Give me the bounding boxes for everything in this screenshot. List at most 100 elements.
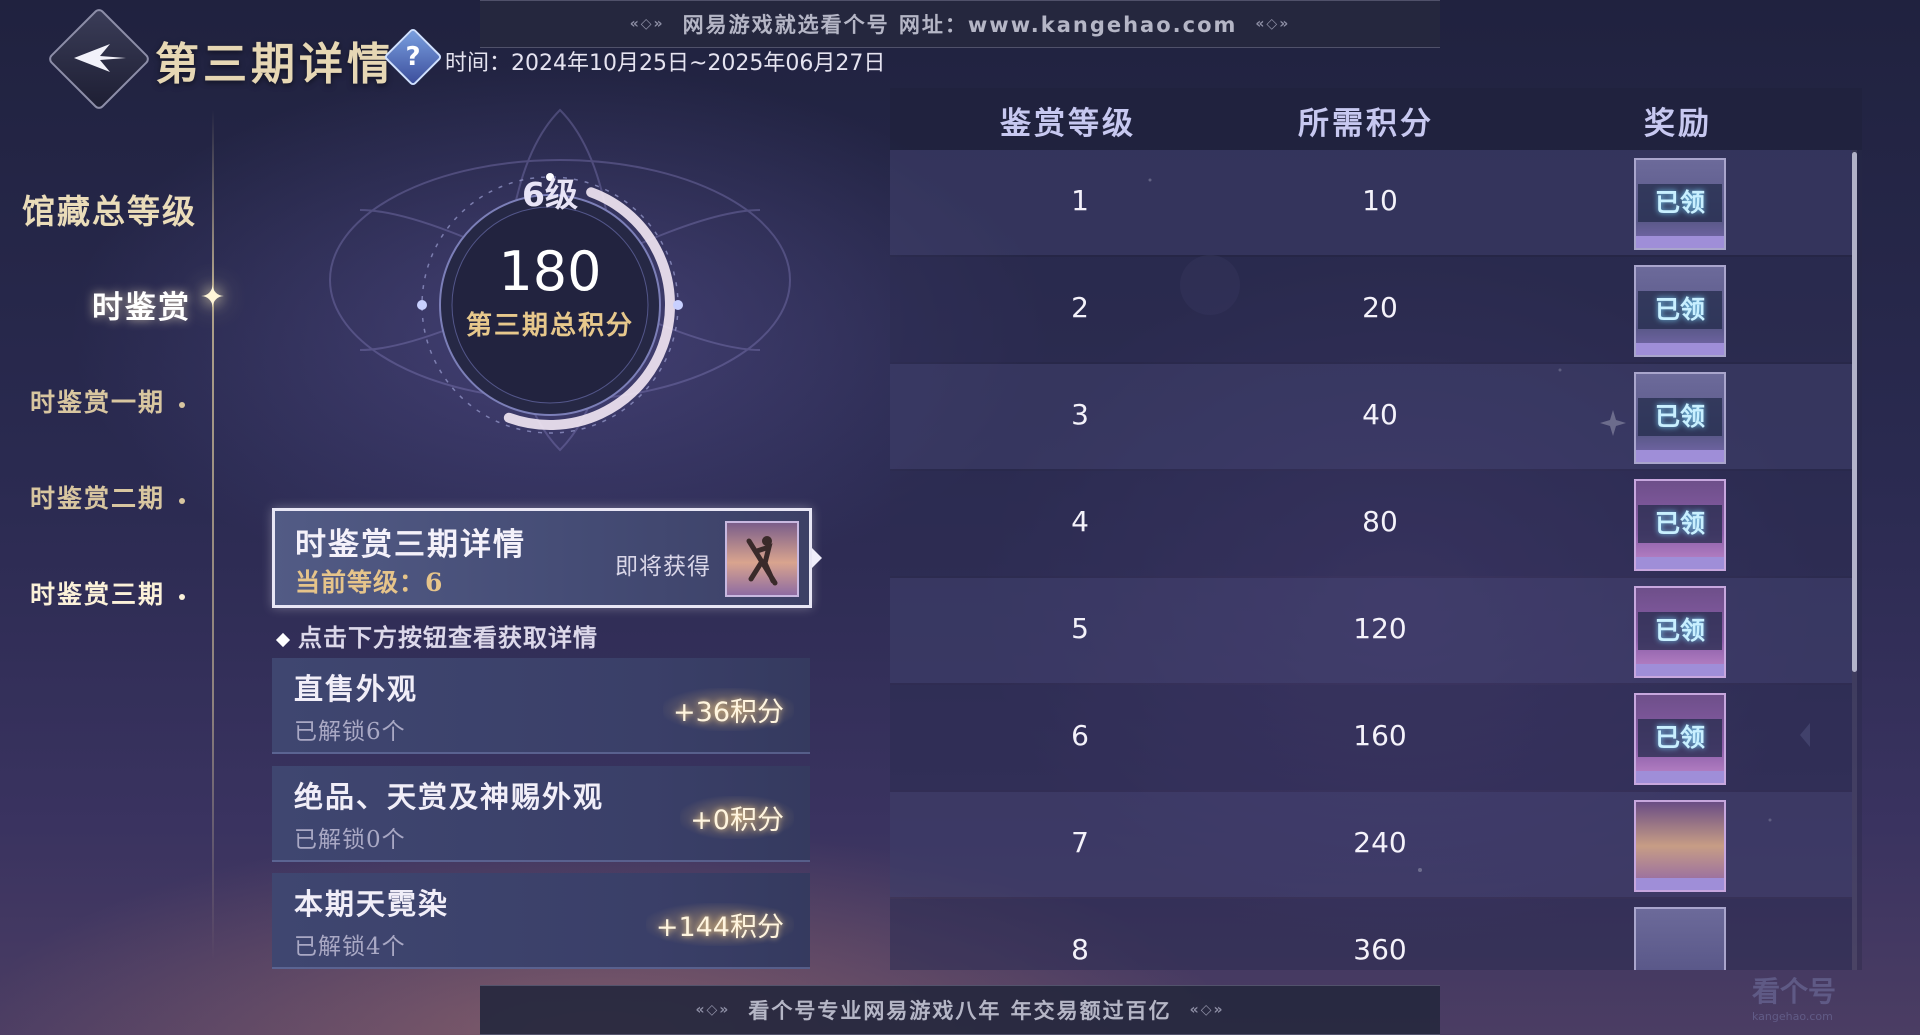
bottom-watermark-banner: «◇» 看个号专业网易游戏八年 年交易额过百亿 «◇» xyxy=(480,985,1440,1035)
row-level: 2 xyxy=(1071,291,1089,324)
source-name: 绝品、天赏及神赐外观 xyxy=(294,780,605,814)
row-points: 20 xyxy=(1362,291,1398,324)
source-unlocked: 已解锁0个 xyxy=(294,827,406,853)
header-reward: 奖励 xyxy=(1644,106,1712,142)
claimed-badge: 已领 xyxy=(1638,398,1722,436)
nav-total-level[interactable]: 馆藏总等级 xyxy=(22,185,197,233)
table-scrollbar-thumb[interactable] xyxy=(1852,152,1857,672)
coming-soon-label: 即将获得 xyxy=(615,554,711,580)
ornament-left-icon: «◇» xyxy=(695,1002,731,1018)
claimed-badge: 已领 xyxy=(1638,719,1722,757)
claimed-badge: 已领 xyxy=(1638,505,1722,543)
nav-period-2[interactable]: 时鉴赏二期 xyxy=(30,479,186,515)
table-header: 鉴赏等级 所需积分 奖励 xyxy=(890,88,1862,150)
source-unlocked: 已解锁4个 xyxy=(294,934,406,960)
top-watermark-text: 网易游戏就选看个号 网址：www.kangehao.com xyxy=(682,13,1238,37)
period-detail-card[interactable]: 时鉴赏三期详情 当前等级：6 即将获得 xyxy=(272,508,812,608)
top-watermark-banner: «◇» 网易游戏就选看个号 网址：www.kangehao.com «◇» xyxy=(480,0,1440,48)
detail-card-title: 时鉴赏三期详情 xyxy=(295,527,526,563)
corner-watermark-logo: 看个号 kangehao.com xyxy=(1752,970,1836,1023)
total-points-label: 第三期总积分 xyxy=(465,311,634,341)
source-name: 本期天霓染 xyxy=(294,887,450,921)
claimed-badge: 已领 xyxy=(1638,291,1722,329)
back-arrow-icon[interactable] xyxy=(70,38,130,78)
ornament-right-icon: «◇» xyxy=(1255,16,1291,32)
nav-period-label: 时鉴赏三期 xyxy=(30,580,166,609)
source-card-direct-sale[interactable]: 直售外观 已解锁6个 +36积分 xyxy=(272,658,810,754)
source-card-dye[interactable]: 本期天霓染 已解锁4个 +144积分 xyxy=(272,873,810,969)
reward-item-slot[interactable]: 已领 xyxy=(1634,265,1726,357)
source-points-badge: +36积分 xyxy=(663,688,794,731)
page-title: 第三期详情 xyxy=(155,39,395,90)
reward-rarity-stripe xyxy=(1636,664,1724,676)
row-level: 1 xyxy=(1071,184,1089,217)
nav-active-star-icon: ✦ xyxy=(200,280,226,315)
nav-period-3[interactable]: 时鉴赏三期 xyxy=(30,575,186,611)
reward-item-slot[interactable]: 已领 xyxy=(1634,586,1726,678)
nav-section-shijian[interactable]: 时鉴赏 xyxy=(92,282,191,327)
detail-pointer-icon xyxy=(812,548,822,568)
row-level: 6 xyxy=(1071,719,1089,752)
corner-logo-url: kangehao.com xyxy=(1752,1010,1833,1023)
reward-item-slot[interactable]: 已领 xyxy=(1634,693,1726,785)
row-points: 120 xyxy=(1353,612,1407,645)
table-row: 4 80 已领 xyxy=(890,471,1852,576)
reward-rarity-stripe xyxy=(1636,557,1724,569)
bullet-icon xyxy=(179,593,186,600)
source-card-premium[interactable]: 绝品、天赏及神赐外观 已解锁0个 +0积分 xyxy=(272,766,810,862)
reward-item-slot[interactable]: 已领 xyxy=(1634,372,1726,464)
table-row: 3 40 已领 xyxy=(890,364,1852,469)
reward-rarity-stripe xyxy=(1636,343,1724,355)
corner-logo-text: 看个号 xyxy=(1752,975,1837,1008)
row-points: 360 xyxy=(1353,933,1407,966)
reward-item-slot[interactable] xyxy=(1634,800,1726,892)
claimed-badge: 已领 xyxy=(1638,184,1722,222)
bullet-icon xyxy=(179,497,186,504)
row-level: 4 xyxy=(1071,505,1089,538)
ornament-right-icon: «◇» xyxy=(1189,1002,1225,1018)
row-level: 5 xyxy=(1071,612,1089,645)
reward-item-slot[interactable]: 已领 xyxy=(1634,479,1726,571)
hint-text: 点击下方按钮查看获取详情 xyxy=(275,618,598,653)
table-row: 5 120 已领 xyxy=(890,578,1852,683)
hint-label: 点击下方按钮查看获取详情 xyxy=(298,623,598,652)
period-time: 时间：2024年10月25日~2025年06月27日 xyxy=(445,51,886,76)
row-points: 160 xyxy=(1353,719,1407,752)
nav-divider xyxy=(212,110,214,960)
bottom-watermark-text: 看个号专业网易游戏八年 年交易额过百亿 xyxy=(748,999,1172,1023)
row-points: 240 xyxy=(1353,826,1407,859)
reward-rarity-stripe xyxy=(1636,236,1724,248)
reward-item-slot[interactable] xyxy=(1634,907,1726,970)
total-points-value: 180 xyxy=(498,240,602,303)
table-row: 8 360 xyxy=(890,899,1852,970)
diamond-bullet-icon xyxy=(275,632,291,647)
bullet-icon xyxy=(179,401,186,408)
detail-current-level: 当前等级：6 xyxy=(295,568,444,597)
reward-table: 鉴赏等级 所需积分 奖励 1 10 已领 2 20 已领 3 40 已领 4 80 已领 5 120 已领 6… xyxy=(890,88,1862,970)
current-level: 6级 xyxy=(522,175,578,214)
reward-rarity-stripe xyxy=(1636,771,1724,783)
header-points: 所需积分 xyxy=(1298,106,1434,142)
row-points: 10 xyxy=(1362,184,1398,217)
table-row: 1 10 已领 xyxy=(890,150,1852,255)
reward-rarity-stripe xyxy=(1636,878,1724,890)
reward-rarity-stripe xyxy=(1636,450,1724,462)
row-level: 3 xyxy=(1071,398,1089,431)
nav-period-label: 时鉴赏二期 xyxy=(30,484,166,513)
source-name: 直售外观 xyxy=(294,672,419,706)
row-points: 40 xyxy=(1362,398,1398,431)
source-unlocked: 已解锁6个 xyxy=(294,719,406,745)
nav-period-1[interactable]: 时鉴赏一期 xyxy=(30,383,186,419)
nav-period-label: 时鉴赏一期 xyxy=(30,388,166,417)
reward-item-slot[interactable]: 已领 xyxy=(1634,158,1726,250)
source-points-badge: +0积分 xyxy=(680,796,794,839)
warrior-figure-icon xyxy=(746,536,778,586)
table-row: 6 160 已领 xyxy=(890,685,1852,790)
table-row: 2 20 已领 xyxy=(890,257,1852,362)
header-level: 鉴赏等级 xyxy=(1000,106,1136,142)
ornament-left-icon: «◇» xyxy=(629,16,665,32)
next-reward-thumbnail xyxy=(725,521,799,597)
source-points-badge: +144积分 xyxy=(645,903,794,946)
row-level: 8 xyxy=(1071,933,1089,966)
row-points: 80 xyxy=(1362,505,1398,538)
